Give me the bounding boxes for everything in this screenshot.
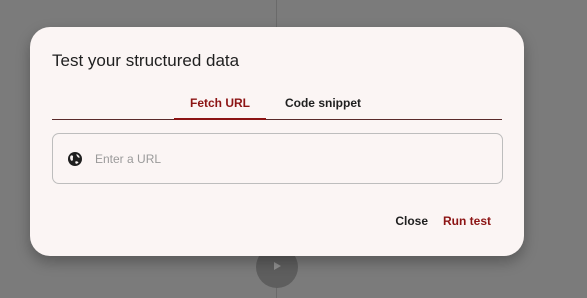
tab-fetch-url[interactable]: Fetch URL xyxy=(174,96,266,120)
globe-icon xyxy=(67,151,83,167)
url-field[interactable] xyxy=(52,133,503,184)
dialog-actions: Close Run test xyxy=(395,214,491,228)
play-icon xyxy=(272,258,282,276)
tab-bar: Fetch URL Code snippet xyxy=(52,87,502,120)
url-input[interactable] xyxy=(95,151,475,166)
run-test-button[interactable]: Run test xyxy=(443,214,491,228)
tab-code-snippet[interactable]: Code snippet xyxy=(278,96,368,120)
dialog-title: Test your structured data xyxy=(52,51,240,70)
close-button[interactable]: Close xyxy=(395,214,428,228)
test-structured-data-dialog: Test your structured data Fetch URL Code… xyxy=(30,27,524,256)
